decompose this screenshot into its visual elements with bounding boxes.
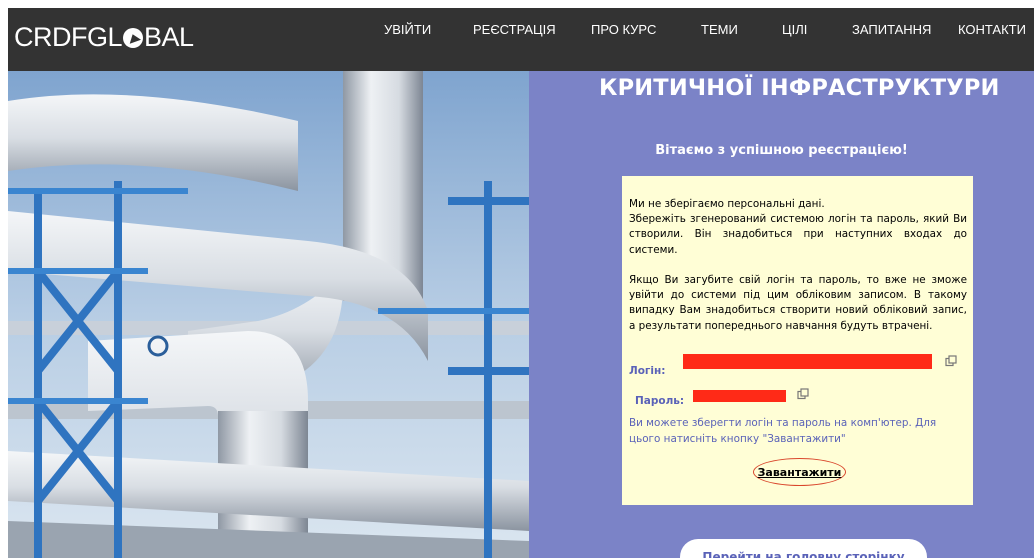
download-button[interactable]: Завантажити xyxy=(753,458,846,486)
login-label: Логін: xyxy=(629,365,666,377)
nav-contacts[interactable]: КОНТАКТИ xyxy=(958,22,1026,37)
notice-line-1: Ми не зберігаємо персональні дані. xyxy=(629,198,825,210)
nav-questions[interactable]: ЗАПИТАННЯ xyxy=(852,22,931,37)
credentials-card: Ми не зберігаємо персональні дані. Збере… xyxy=(622,176,973,505)
success-message: Вітаємо з успішною реєстрацією! xyxy=(655,143,908,158)
panel-title: КРИТИЧНОЇ ІНФРАСТРУКТУРИ xyxy=(599,75,1000,101)
nav-topics[interactable]: ТЕМИ xyxy=(701,22,738,37)
go-home-button[interactable]: Перейти на головну сторінку xyxy=(680,539,927,558)
logo-text-end: BAL xyxy=(144,22,194,52)
pipeline-photo xyxy=(8,71,529,558)
privacy-notice: Ми не зберігаємо персональні дані. Збере… xyxy=(629,197,967,334)
nav-goals[interactable]: ЦІЛІ xyxy=(782,22,807,37)
save-credentials-hint: Ви можете зберегти логін та пароль на ко… xyxy=(629,417,937,445)
notice-line-2: Збережіть згенерований системою логін та… xyxy=(629,213,967,256)
logo-globe-icon xyxy=(123,28,144,48)
logo-text-start: CRDFGL xyxy=(14,22,123,52)
password-label: Пароль: xyxy=(635,395,685,407)
nav-login[interactable]: УВІЙТИ xyxy=(384,22,431,37)
copy-icon[interactable] xyxy=(945,355,957,367)
copy-icon[interactable] xyxy=(797,388,809,400)
logo[interactable]: CRDFGL BAL xyxy=(14,22,194,53)
login-value-redacted xyxy=(683,354,932,369)
top-navbar: CRDFGL BAL УВІЙТИ РЕЄСТРАЦІЯ ПРО КУРС ТЕМ… xyxy=(8,8,1034,71)
password-value-redacted xyxy=(693,390,786,402)
page: CRDFGL BAL УВІЙТИ РЕЄСТРАЦІЯ ПРО КУРС ТЕМ… xyxy=(8,8,1034,558)
registration-success-panel: КРИТИЧНОЇ ІНФРАСТРУКТУРИ Вітаємо з успіш… xyxy=(529,71,1034,558)
notice-paragraph-2: Якщо Ви загубите свій логін та пароль, т… xyxy=(629,274,967,332)
nav-about-course[interactable]: ПРО КУРС xyxy=(591,22,656,37)
nav-registration[interactable]: РЕЄСТРАЦІЯ xyxy=(473,22,556,37)
